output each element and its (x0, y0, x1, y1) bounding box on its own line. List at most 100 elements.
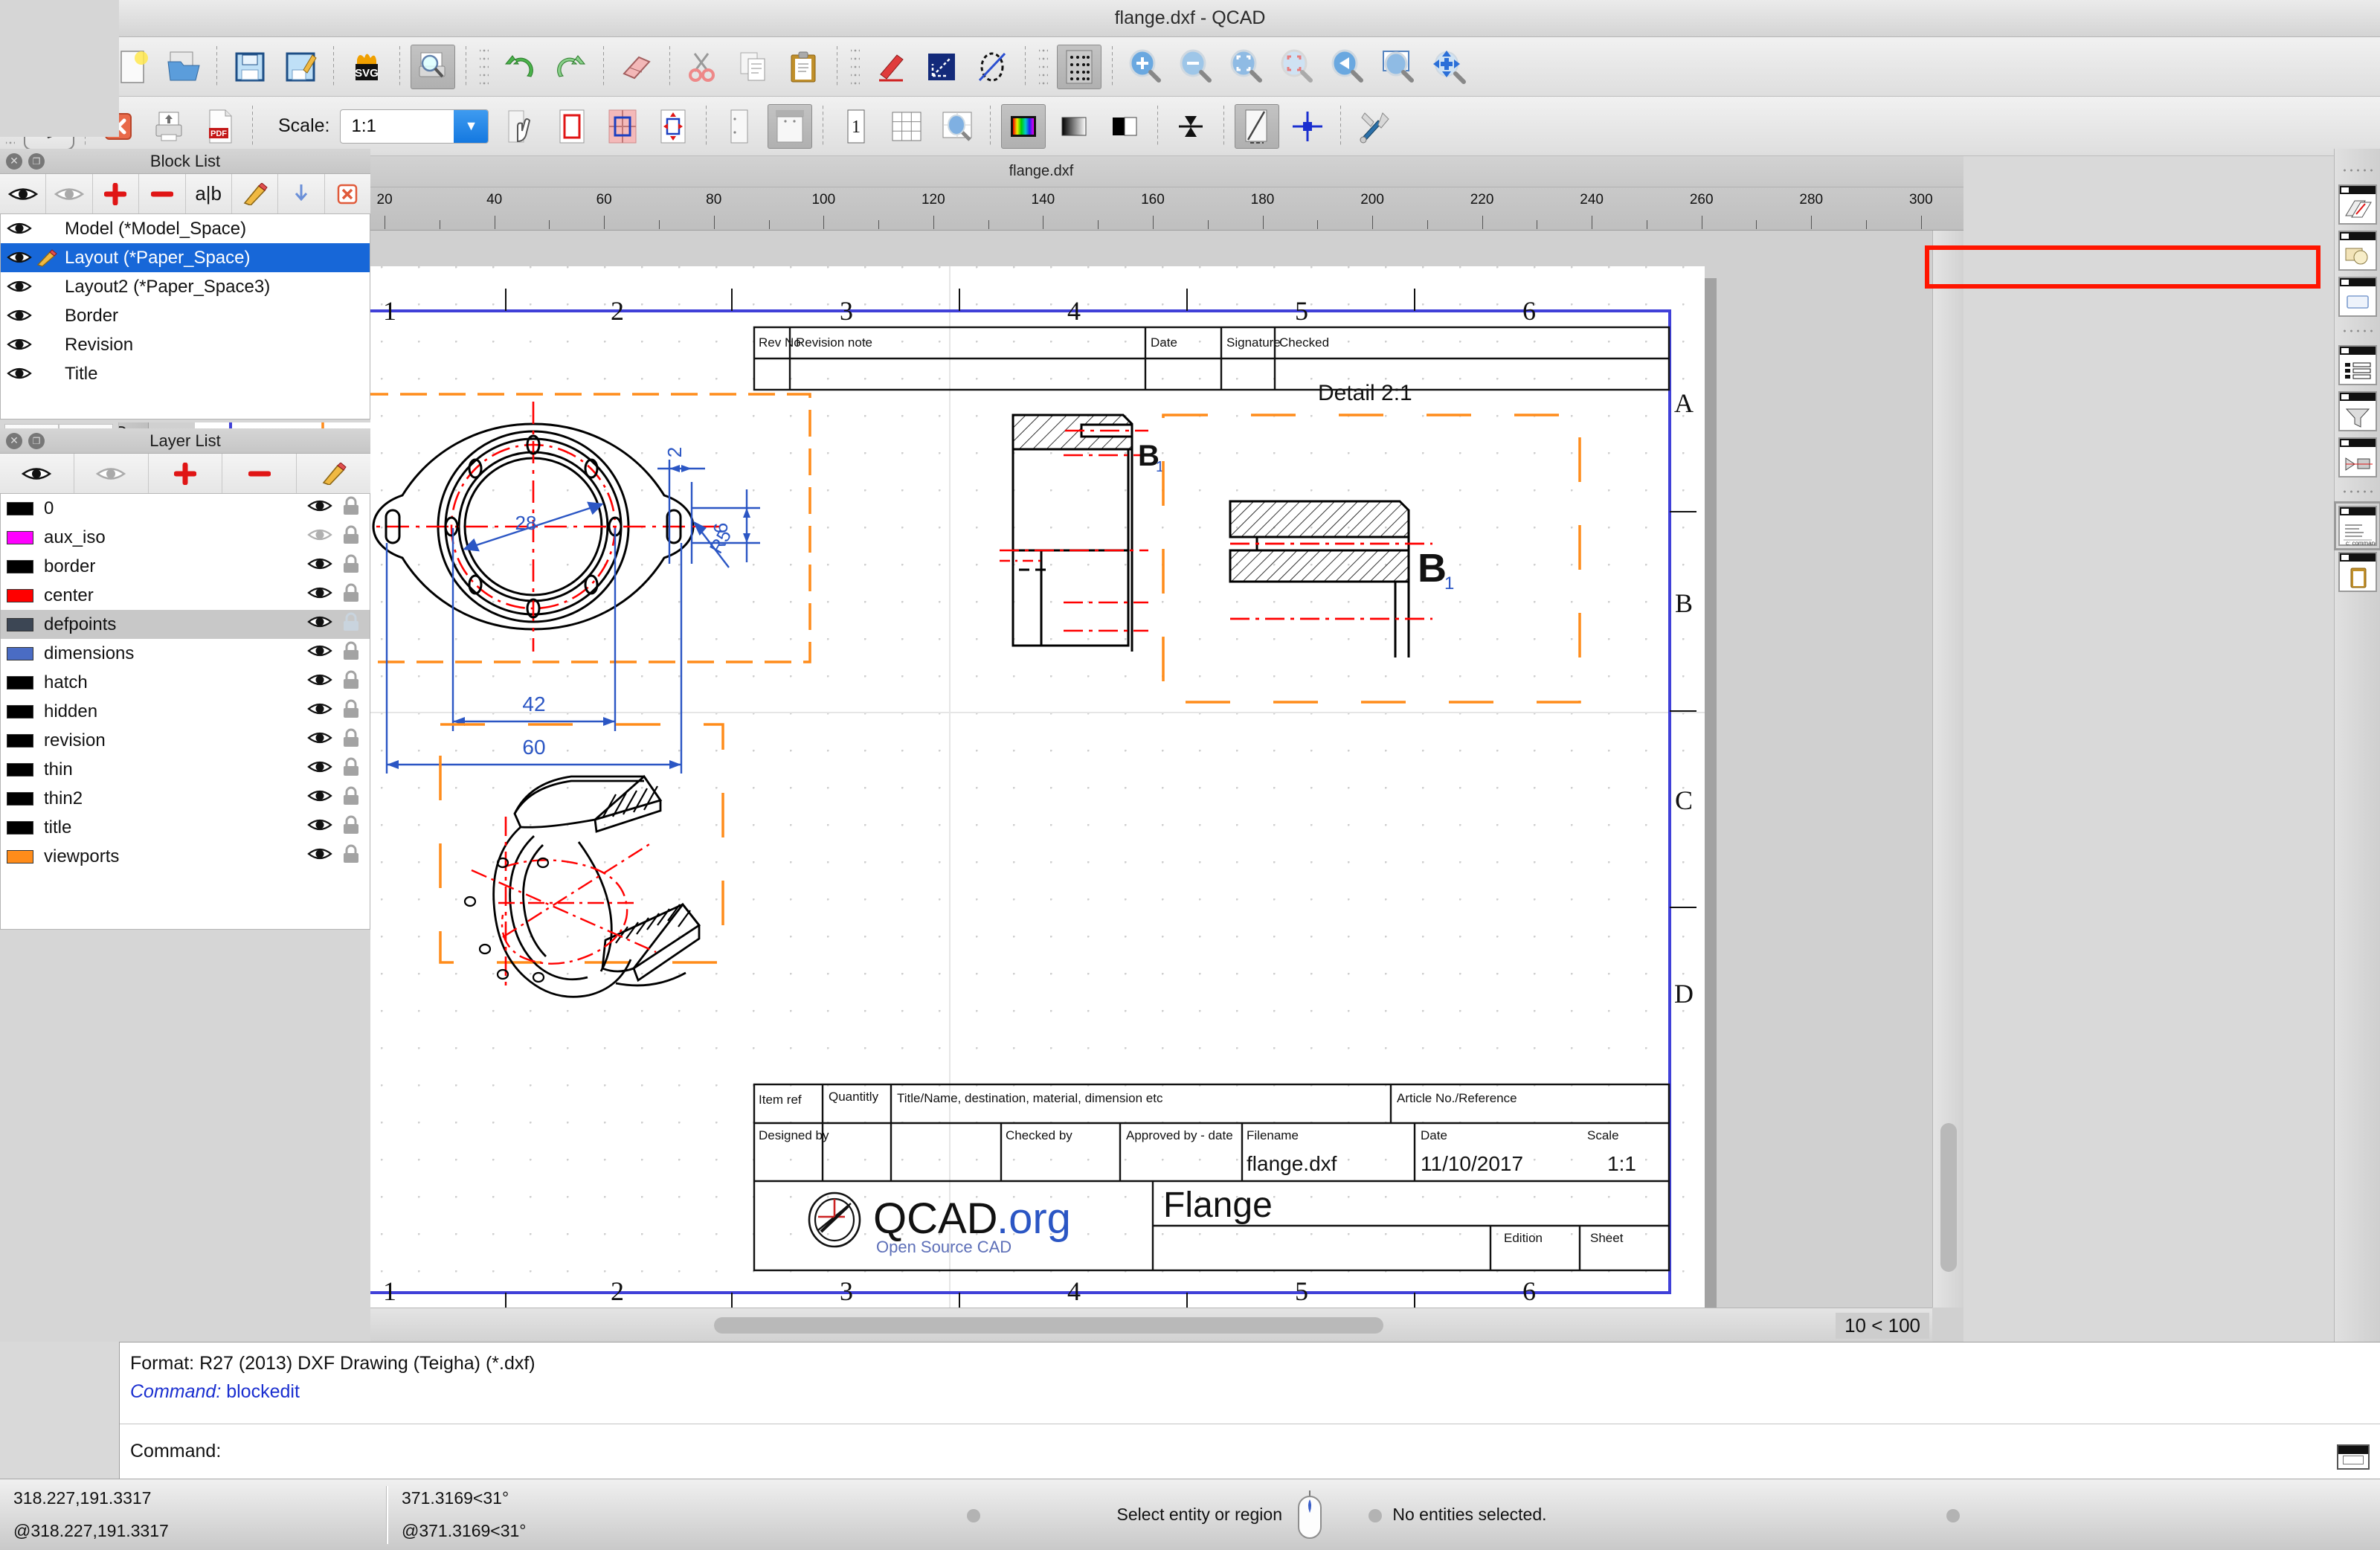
layer-lock-icon[interactable] (341, 843, 361, 869)
remove-layer-icon[interactable] (222, 454, 297, 493)
hide-all-blocks-icon[interactable] (46, 174, 92, 213)
purge-block-icon[interactable] (325, 174, 370, 213)
layer-lock-icon[interactable] (341, 495, 361, 521)
tools-icon[interactable] (1351, 104, 1396, 149)
color-palette-icon[interactable] (1001, 104, 1046, 149)
layer-list-body[interactable]: 0aux_isobordercenterdefpointsdimensionsh… (0, 494, 370, 930)
layer-visibility-icon[interactable] (307, 759, 332, 780)
zoom-pan-icon[interactable] (1427, 45, 1471, 89)
print-icon[interactable] (147, 104, 191, 149)
layer-color-swatch[interactable] (7, 705, 33, 718)
save-as-icon[interactable] (278, 45, 323, 89)
layer-list-item[interactable]: revision (1, 726, 370, 755)
layer-visibility-icon[interactable] (307, 498, 332, 519)
filter-panel-icon[interactable] (2338, 391, 2377, 431)
layer-list-item[interactable]: border (1, 552, 370, 581)
strip-grip[interactable] (2341, 167, 2374, 174)
blackwhite-icon[interactable] (1102, 104, 1147, 149)
layer-color-swatch[interactable] (7, 734, 33, 747)
property-editor-icon[interactable] (2338, 345, 2377, 385)
layer-visibility-icon[interactable] (307, 788, 332, 809)
print-preview-icon[interactable] (411, 45, 455, 89)
edit-block-icon[interactable] (232, 174, 278, 213)
page-line-icon[interactable] (1235, 104, 1279, 149)
layer-color-swatch[interactable] (7, 676, 33, 689)
edit-block-pencil-icon[interactable] (36, 220, 62, 238)
layer-lock-icon[interactable] (341, 640, 361, 666)
layer-visibility-icon[interactable] (307, 614, 332, 635)
toolbar-grip[interactable] (480, 49, 489, 85)
horizontal-scrollbar[interactable] (149, 1308, 1932, 1342)
layer-list-item[interactable]: dimensions (1, 639, 370, 668)
horizontal-scroll-thumb[interactable] (714, 1317, 1383, 1334)
visibility-eye-icon[interactable] (7, 365, 32, 383)
layer-visibility-icon[interactable] (307, 846, 332, 867)
layer-color-swatch[interactable] (7, 589, 33, 602)
block-list-item[interactable]: Revision (1, 330, 370, 359)
undo-icon[interactable] (498, 45, 542, 89)
layer-color-swatch[interactable] (7, 531, 33, 544)
blocks-panel-icon[interactable] (2338, 231, 2377, 271)
edit-block-pencil-icon[interactable] (36, 336, 62, 354)
canvas[interactable]: 123 456 123 456 ABCD ABCD (149, 231, 1932, 1308)
layer-list-item[interactable]: 0 (1, 494, 370, 523)
multi-page-icon[interactable] (884, 104, 929, 149)
layer-color-swatch[interactable] (7, 763, 33, 776)
eraser-icon[interactable] (614, 45, 659, 89)
layer-lock-icon[interactable] (341, 727, 361, 753)
layer-color-swatch[interactable] (7, 850, 33, 864)
draw-pencil-icon[interactable] (869, 45, 913, 89)
grayscale-icon[interactable] (1052, 104, 1096, 149)
zoom-previous-icon[interactable] (1325, 45, 1370, 89)
edit-block-pencil-icon[interactable] (36, 365, 62, 383)
visibility-eye-icon[interactable] (7, 220, 32, 238)
viewports-panel-icon[interactable] (2338, 277, 2377, 317)
layer-list-item[interactable]: center (1, 581, 370, 610)
layer-lock-icon[interactable] (341, 756, 361, 782)
layer-visibility-icon[interactable] (307, 585, 332, 606)
zoom-out-icon[interactable] (1174, 45, 1218, 89)
edit-block-pencil-icon[interactable] (36, 278, 62, 296)
edit-layer-icon[interactable] (297, 454, 370, 493)
chevron-down-icon[interactable]: ▼ (454, 110, 488, 143)
clipboard-panel-icon[interactable] (2338, 552, 2377, 592)
show-all-layers-icon[interactable] (0, 454, 74, 493)
layer-visibility-icon[interactable] (307, 527, 332, 548)
layer-color-swatch[interactable] (7, 618, 33, 631)
hide-all-layers-icon[interactable] (74, 454, 149, 493)
layer-visibility-icon[interactable] (307, 730, 332, 751)
scale-combobox[interactable]: 1:1 ▼ (340, 109, 489, 144)
edit-block-pencil-icon[interactable] (36, 249, 62, 267)
zoom-selection-icon[interactable] (1275, 45, 1319, 89)
add-layer-icon[interactable] (149, 454, 223, 493)
layer-list-item[interactable]: defpoints (1, 610, 370, 639)
preview-zoom-icon[interactable] (935, 104, 980, 149)
redo-icon[interactable] (548, 45, 593, 89)
page-landscape-icon[interactable] (768, 104, 812, 149)
layer-color-swatch[interactable] (7, 560, 33, 573)
single-page-icon[interactable]: 1 (834, 104, 878, 149)
layer-list-item[interactable]: hidden (1, 697, 370, 726)
block-list-item[interactable]: Model (*Model_Space) (1, 214, 370, 243)
vertical-scroll-thumb[interactable] (1940, 1123, 1957, 1272)
layer-lock-icon[interactable] (341, 582, 361, 608)
zoom-in-icon[interactable] (1123, 45, 1168, 89)
toolbar-grip[interactable] (1039, 49, 1048, 85)
block-list-item[interactable]: Layout (*Paper_Space) (1, 243, 370, 272)
vertical-scrollbar[interactable] (1932, 231, 1964, 1308)
visibility-eye-icon[interactable] (7, 278, 32, 296)
layer-visibility-icon[interactable] (307, 672, 332, 693)
layer-list-item[interactable]: title (1, 813, 370, 842)
snap-icon[interactable] (919, 45, 964, 89)
layer-color-swatch[interactable] (7, 792, 33, 805)
block-list-item[interactable]: Title (1, 359, 370, 388)
layer-lock-icon[interactable] (341, 785, 361, 811)
document-tab[interactable]: flange.dxf (119, 156, 1964, 187)
command-options-icon[interactable] (2337, 1444, 2370, 1470)
grid-icon[interactable] (1057, 45, 1101, 89)
export-svg-icon[interactable]: SVG (344, 45, 389, 89)
page-portrait-icon[interactable] (717, 104, 762, 149)
layer-list-item[interactable]: viewports (1, 842, 370, 871)
export-pdf-icon[interactable]: PDF (197, 104, 242, 149)
layers-panel-icon[interactable] (2338, 184, 2377, 225)
